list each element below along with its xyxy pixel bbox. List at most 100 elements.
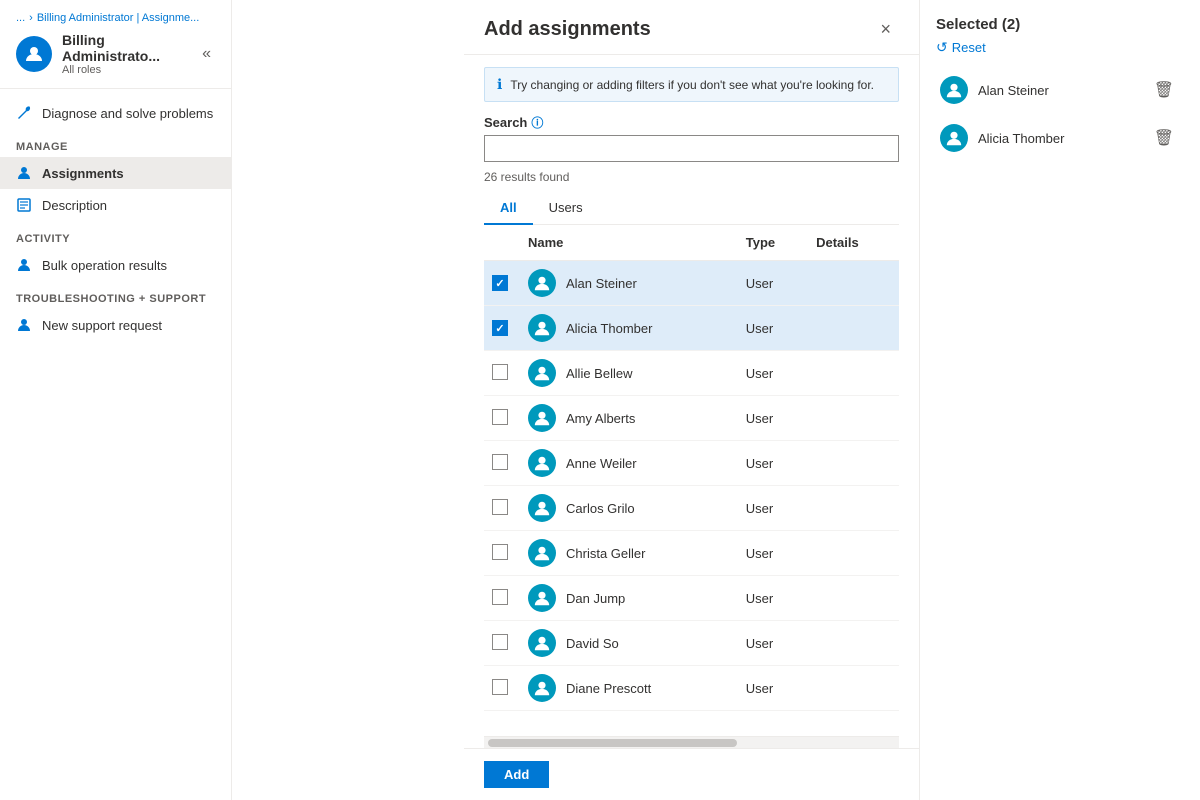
- table-row[interactable]: Carlos Grilo User: [484, 486, 899, 531]
- row-checkbox[interactable]: [492, 499, 508, 515]
- row-name-cell: David So: [520, 621, 738, 666]
- user-name: Carlos Grilo: [566, 501, 635, 516]
- dialog-right-panel: Selected (2) ↺ Reset Alan Steiner 🗑 Alic…: [920, 0, 1200, 800]
- row-checkbox-cell[interactable]: [484, 306, 520, 351]
- breadcrumb-ellipsis[interactable]: ...: [16, 12, 25, 24]
- info-text: Try changing or adding filters if you do…: [510, 78, 874, 92]
- user-name: Diane Prescott: [566, 681, 651, 696]
- row-checkbox[interactable]: [492, 364, 508, 380]
- row-checkbox-cell[interactable]: [484, 531, 520, 576]
- table-row[interactable]: Anne Weiler User: [484, 441, 899, 486]
- close-button[interactable]: ×: [872, 16, 899, 42]
- diagnose-label: Diagnose and solve problems: [42, 106, 213, 121]
- row-type-cell: User: [738, 486, 808, 531]
- table-row[interactable]: David So User: [484, 621, 899, 666]
- search-label: Search ⓘ: [484, 114, 899, 131]
- search-section: Search ⓘ 🔍: [484, 114, 899, 162]
- row-checkbox[interactable]: [492, 634, 508, 650]
- table-row[interactable]: Alicia Thomber User: [484, 306, 899, 351]
- collapse-button[interactable]: «: [198, 43, 215, 65]
- user-name: David So: [566, 636, 619, 651]
- results-count: 26 results found: [484, 170, 899, 184]
- row-details-cell: [808, 486, 899, 531]
- row-name-cell: Alicia Thomber: [520, 306, 738, 351]
- row-checkbox-cell[interactable]: [484, 621, 520, 666]
- selected-header: Selected (2): [936, 16, 1184, 33]
- table-wrapper[interactable]: Name Type Details Alan Steiner User: [484, 225, 899, 736]
- row-checkbox[interactable]: [492, 544, 508, 560]
- table-row[interactable]: Diane Prescott User: [484, 666, 899, 711]
- row-type-cell: User: [738, 621, 808, 666]
- dialog-footer: Add: [464, 748, 919, 800]
- row-checkbox[interactable]: [492, 679, 508, 695]
- row-checkbox[interactable]: [492, 320, 508, 336]
- user-name: Dan Jump: [566, 591, 625, 606]
- col-checkbox: [484, 225, 520, 261]
- table-row[interactable]: Allie Bellew User: [484, 351, 899, 396]
- table-row[interactable]: Amy Alberts User: [484, 396, 899, 441]
- row-checkbox[interactable]: [492, 275, 508, 291]
- row-details-cell: [808, 396, 899, 441]
- sidebar-item-diagnose[interactable]: Diagnose and solve problems: [0, 97, 231, 129]
- row-name-cell: Allie Bellew: [520, 351, 738, 396]
- tab-all[interactable]: All: [484, 192, 533, 225]
- delete-selected-button[interactable]: 🗑: [1148, 126, 1180, 150]
- sidebar-item-description[interactable]: Description: [0, 189, 231, 221]
- delete-selected-button[interactable]: 🗑: [1148, 78, 1180, 102]
- breadcrumb[interactable]: ... › Billing Administrator | Assignme..…: [16, 12, 215, 24]
- row-checkbox[interactable]: [492, 409, 508, 425]
- row-details-cell: [808, 306, 899, 351]
- sidebar-item-assignments[interactable]: Assignments: [0, 157, 231, 189]
- add-assignments-dialog: Add assignments × ℹ Try changing or addi…: [464, 0, 1200, 800]
- row-details-cell: [808, 576, 899, 621]
- search-wrapper: 🔍: [484, 135, 899, 162]
- row-checkbox[interactable]: [492, 454, 508, 470]
- sidebar-item-support[interactable]: New support request: [0, 309, 231, 341]
- row-details-cell: [808, 441, 899, 486]
- sidebar-subtitle: All roles: [62, 64, 188, 76]
- row-name-cell: Anne Weiler: [520, 441, 738, 486]
- col-name: Name: [520, 225, 738, 261]
- row-type-cell: User: [738, 441, 808, 486]
- reset-button[interactable]: ↺ Reset: [936, 37, 1184, 58]
- dialog-title: Add assignments: [484, 18, 651, 41]
- sidebar-title-text: Billing Administrato... All roles: [62, 32, 188, 76]
- new-support-label: New support request: [42, 318, 162, 333]
- user-avatar: [528, 629, 556, 657]
- row-checkbox-cell[interactable]: [484, 441, 520, 486]
- user-avatar: [528, 494, 556, 522]
- user-avatar: [528, 359, 556, 387]
- info-banner: ℹ Try changing or adding filters if you …: [484, 67, 899, 102]
- user-name: Anne Weiler: [566, 456, 637, 471]
- row-name-cell: Carlos Grilo: [520, 486, 738, 531]
- table-row[interactable]: Christa Geller User: [484, 531, 899, 576]
- breadcrumb-link[interactable]: Billing Administrator | Assignme...: [37, 12, 199, 24]
- row-checkbox[interactable]: [492, 589, 508, 605]
- search-input[interactable]: [484, 135, 899, 162]
- bulk-icon: [16, 257, 32, 273]
- user-avatar: [528, 539, 556, 567]
- row-name-cell: Diane Prescott: [520, 666, 738, 711]
- row-name-cell: Dan Jump: [520, 576, 738, 621]
- row-checkbox-cell[interactable]: [484, 576, 520, 621]
- user-name: Christa Geller: [566, 546, 645, 561]
- bulk-operations-label: Bulk operation results: [42, 258, 167, 273]
- tab-users[interactable]: Users: [533, 192, 599, 225]
- wrench-icon: [16, 105, 32, 121]
- row-checkbox-cell[interactable]: [484, 666, 520, 711]
- row-checkbox-cell[interactable]: [484, 486, 520, 531]
- horizontal-scrollbar[interactable]: [484, 736, 899, 748]
- selected-item: Alan Steiner 🗑: [936, 70, 1184, 110]
- row-checkbox-cell[interactable]: [484, 396, 520, 441]
- row-checkbox-cell[interactable]: [484, 351, 520, 396]
- scrollbar-thumb[interactable]: [488, 739, 737, 747]
- table-row[interactable]: Dan Jump User: [484, 576, 899, 621]
- row-type-cell: User: [738, 306, 808, 351]
- dialog-body: ℹ Try changing or adding filters if you …: [464, 55, 919, 748]
- add-button[interactable]: Add: [484, 761, 549, 788]
- table-row[interactable]: Alan Steiner User: [484, 261, 899, 306]
- row-details-cell: [808, 261, 899, 306]
- row-checkbox-cell[interactable]: [484, 261, 520, 306]
- sidebar-item-bulk-operations[interactable]: Bulk operation results: [0, 249, 231, 281]
- row-name-cell: Amy Alberts: [520, 396, 738, 441]
